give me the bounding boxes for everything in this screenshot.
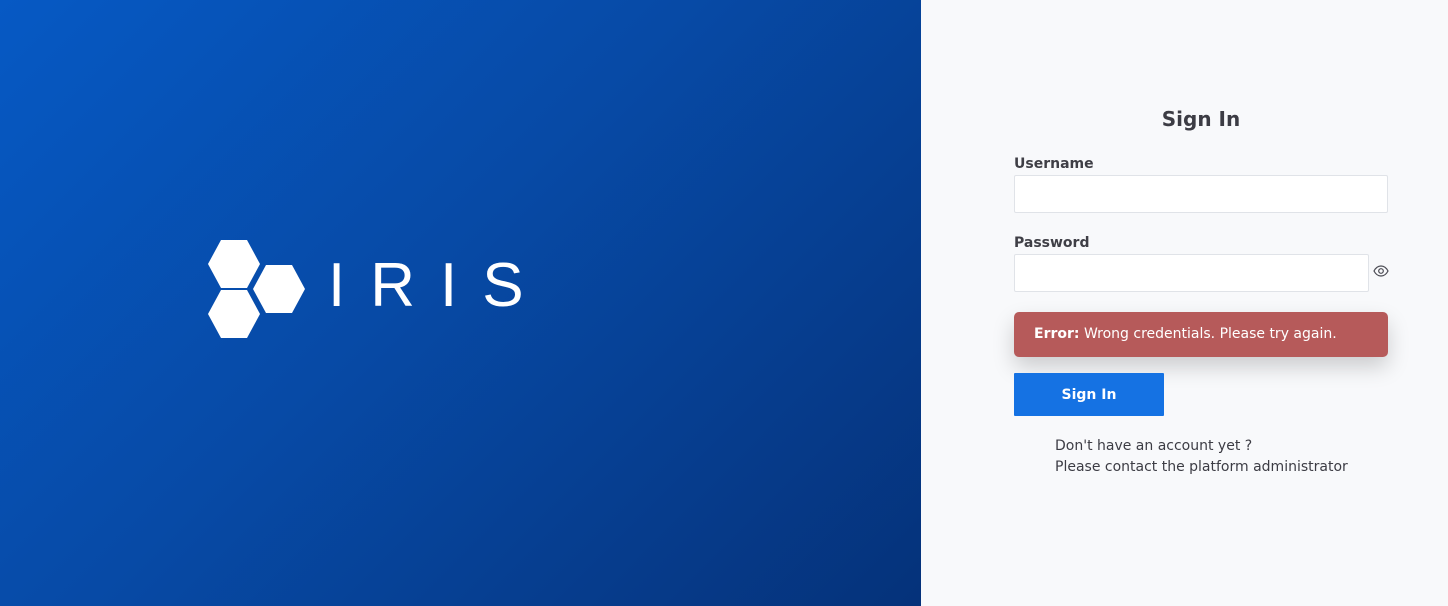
brand-name: IRIS [328,251,549,320]
username-label: Username [1014,156,1094,172]
password-label: Password [1014,235,1090,251]
hexagon-cluster-icon [208,240,305,338]
error-alert: Error: Wrong credentials. Please try aga… [1014,312,1388,357]
username-input[interactable] [1014,175,1388,213]
help-line-1: Don't have an account yet ? [1055,438,1253,454]
eye-icon[interactable] [1373,263,1389,279]
brand-panel: IRIS [0,0,921,606]
password-input[interactable] [1014,254,1369,292]
form-title: Sign In [1161,107,1241,131]
sign-in-button[interactable]: Sign In [1014,373,1164,416]
help-line-2: Please contact the platform administrato… [1055,459,1348,475]
login-form-panel: Sign In Username Password Error: Wrong c… [921,0,1448,606]
login-page: IRIS Sign In Username Password Error: Wr… [0,0,1448,606]
brand-logo: IRIS [206,238,524,340]
error-message: Wrong credentials. Please try again. [1083,326,1337,342]
help-text: Don't have an account yet ? Please conta… [1055,436,1348,478]
error-prefix: Error: [1034,326,1080,342]
